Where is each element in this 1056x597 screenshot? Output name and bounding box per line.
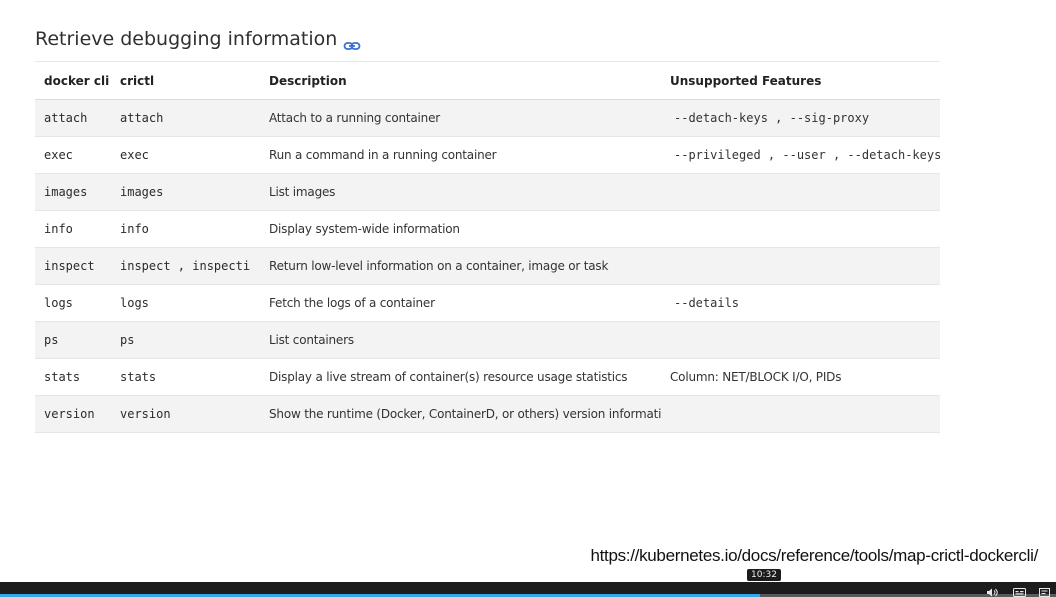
crictl-command: exec [111,136,260,174]
crictl-command: stats [111,358,260,396]
unsupported-features [661,321,940,359]
table-row: images images List images [35,173,940,211]
command-description: Fetch the logs of a container [260,284,661,322]
section-title: Retrieve debugging information [35,28,338,50]
video-player-bar [0,582,1056,597]
source-url: https://kubernetes.io/docs/reference/too… [590,546,1038,565]
table-row: ps ps List containers [35,321,940,359]
unsupported-features: Column: NET/BLOCK I/O, PIDs [661,358,940,396]
unsupported-features [661,173,940,211]
command-description: Display system-wide information [260,210,661,248]
docker-command: attach [35,99,111,137]
docker-command: inspect [35,247,111,285]
table-row: inspect inspect , inspecti Return low-le… [35,247,940,285]
crictl-command: version [111,395,260,433]
settings-icon[interactable] [1039,588,1051,597]
docker-command: images [35,173,111,211]
table-row: attach attach Attach to a running contai… [35,99,940,137]
docker-command: version [35,395,111,433]
docker-command: info [35,210,111,248]
command-description: Return low-level information on a contai… [260,247,661,285]
command-description: Attach to a running container [260,99,661,137]
table-row: exec exec Run a command in a running con… [35,136,940,174]
table-header: docker cli crictl Description Unsupporte… [35,61,940,100]
crictl-command: info [111,210,260,248]
table-row: version version Show the runtime (Docker… [35,395,940,433]
unsupported-features: --details [661,284,940,322]
command-description: List images [260,173,661,211]
debug-commands-table: docker cli crictl Description Unsupporte… [35,61,940,433]
column-header-description: Description [260,61,661,100]
crictl-command: ps [111,321,260,359]
unsupported-features [661,395,940,433]
docker-command: exec [35,136,111,174]
table-row: stats stats Display a live stream of con… [35,358,940,396]
unsupported-features: --privileged , --user , --detach-keys [661,136,940,174]
table-header-row: docker cli crictl Description Unsupporte… [35,61,940,100]
section-heading: Retrieve debugging information [35,28,361,50]
crictl-command: logs [111,284,260,322]
crictl-command: attach [111,99,260,137]
table-row: logs logs Fetch the logs of a container … [35,284,940,322]
table-body: attach attach Attach to a running contai… [35,99,940,433]
captions-icon[interactable] [1013,588,1026,597]
command-description: List containers [260,321,661,359]
crictl-command: inspect , inspecti [111,247,260,285]
unsupported-features: --detach-keys , --sig-proxy [661,99,940,137]
unsupported-features [661,247,940,285]
table-row: info info Display system-wide informatio… [35,210,940,248]
docker-command: logs [35,284,111,322]
unsupported-features [661,210,940,248]
docker-command: stats [35,358,111,396]
docker-command: ps [35,321,111,359]
command-description: Display a live stream of container(s) re… [260,358,661,396]
command-description: Run a command in a running container [260,136,661,174]
volume-icon[interactable] [986,588,1000,597]
column-header-unsupported-features: Unsupported Features [661,61,940,100]
slide: Retrieve debugging information docker cl… [0,0,1056,597]
link-icon[interactable] [343,35,361,50]
column-header-crictl: crictl [111,61,260,100]
seek-time-tooltip: 10:32 [747,569,781,581]
command-description: Show the runtime (Docker, ContainerD, or… [260,395,661,433]
crictl-command: images [111,173,260,211]
column-header-docker-cli: docker cli [35,61,111,100]
